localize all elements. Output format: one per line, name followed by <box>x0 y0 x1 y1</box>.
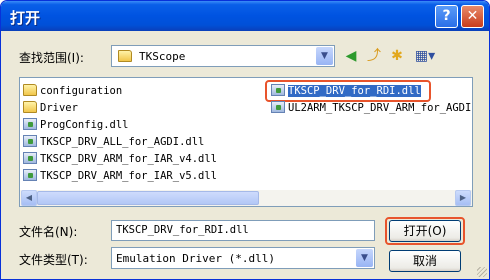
folder-icon <box>23 84 37 96</box>
list-item[interactable]: configuration <box>23 83 122 99</box>
new-folder-icon[interactable]: ✱ <box>387 46 407 66</box>
list-item[interactable]: UL2ARM_TKSCP_DRV_ARM_for_AGDI <box>271 100 471 116</box>
look-in-value: TKScope <box>139 50 186 63</box>
look-in-label: 查找范围(I): <box>19 51 84 65</box>
file-name: UL2ARM_TKSCP_DRV_ARM_for_AGDI <box>288 102 472 114</box>
file-list[interactable]: configuration Driver ProgConfig.dll TKSC… <box>19 77 473 207</box>
up-folder-icon[interactable]: ⤴ <box>364 46 384 66</box>
title-bar[interactable]: 打开 ? ✕ <box>1 1 489 31</box>
dll-file-icon <box>23 152 37 164</box>
list-item-selected[interactable]: TKSCP_DRV_for_RDI.dll <box>271 83 421 99</box>
file-type-combo[interactable]: Emulation Driver (*.dll) ▼ <box>111 247 375 269</box>
list-item[interactable]: TKSCP_DRV_ARM_for_IAR_v5.dll <box>23 168 217 184</box>
window-title: 打开 <box>10 9 41 27</box>
list-item[interactable]: Driver <box>23 100 78 116</box>
help-button[interactable]: ? <box>435 5 458 28</box>
horizontal-scrollbar[interactable]: ◀ ▶ <box>20 190 472 206</box>
folder-icon <box>23 101 37 113</box>
file-name-label: 文件名(N): <box>19 225 78 239</box>
list-item[interactable]: ProgConfig.dll <box>23 117 129 133</box>
scroll-right-icon[interactable]: ▶ <box>455 190 471 206</box>
file-name: ProgConfig.dll <box>40 119 129 131</box>
dll-file-icon <box>271 101 285 113</box>
file-name: TKSCP_DRV_for_RDI.dll <box>288 85 421 97</box>
file-name: Driver <box>40 102 78 114</box>
chevron-down-icon[interactable]: ▼ <box>356 249 373 267</box>
file-name: TKSCP_DRV_ALL_for_AGDI.dll <box>40 136 205 148</box>
file-type-value: Emulation Driver (*.dll) <box>116 252 275 265</box>
file-name: configuration <box>40 85 123 97</box>
look-in-combo[interactable]: TKScope ▼ <box>111 45 335 67</box>
open-button[interactable]: 打开(O) <box>389 220 461 242</box>
file-name: TKSCP_DRV_ARM_for_IAR_v5.dll <box>40 170 218 182</box>
dll-file-icon <box>23 169 37 181</box>
views-menu-icon[interactable]: ▦▾ <box>411 46 439 66</box>
list-item[interactable]: TKSCP_DRV_ALL_for_AGDI.dll <box>23 134 204 150</box>
dll-file-icon <box>271 84 285 96</box>
back-arrow-icon[interactable]: ◀ <box>341 46 361 66</box>
list-item[interactable]: TKSCP_DRV_ARM_for_IAR_v4.dll <box>23 151 217 167</box>
dll-file-icon <box>23 135 37 147</box>
resize-grip[interactable] <box>477 267 487 277</box>
folder-icon <box>118 50 132 62</box>
scroll-left-icon[interactable]: ◀ <box>21 190 37 206</box>
file-type-label: 文件类型(T): <box>19 253 88 267</box>
dll-file-icon <box>23 118 37 130</box>
file-name-input[interactable]: TKSCP_DRV_for_RDI.dll <box>111 220 375 241</box>
file-name: TKSCP_DRV_ARM_for_IAR_v4.dll <box>40 153 218 165</box>
open-dialog: 打开 ? ✕ 查找范围(I): TKScope ▼ ◀ ⤴ ✱ ▦▾ confi… <box>0 0 490 280</box>
scrollbar-thumb[interactable] <box>37 191 259 205</box>
cancel-button[interactable]: 取消 <box>389 250 461 272</box>
chevron-down-icon[interactable]: ▼ <box>316 47 333 65</box>
close-button[interactable]: ✕ <box>461 5 484 28</box>
